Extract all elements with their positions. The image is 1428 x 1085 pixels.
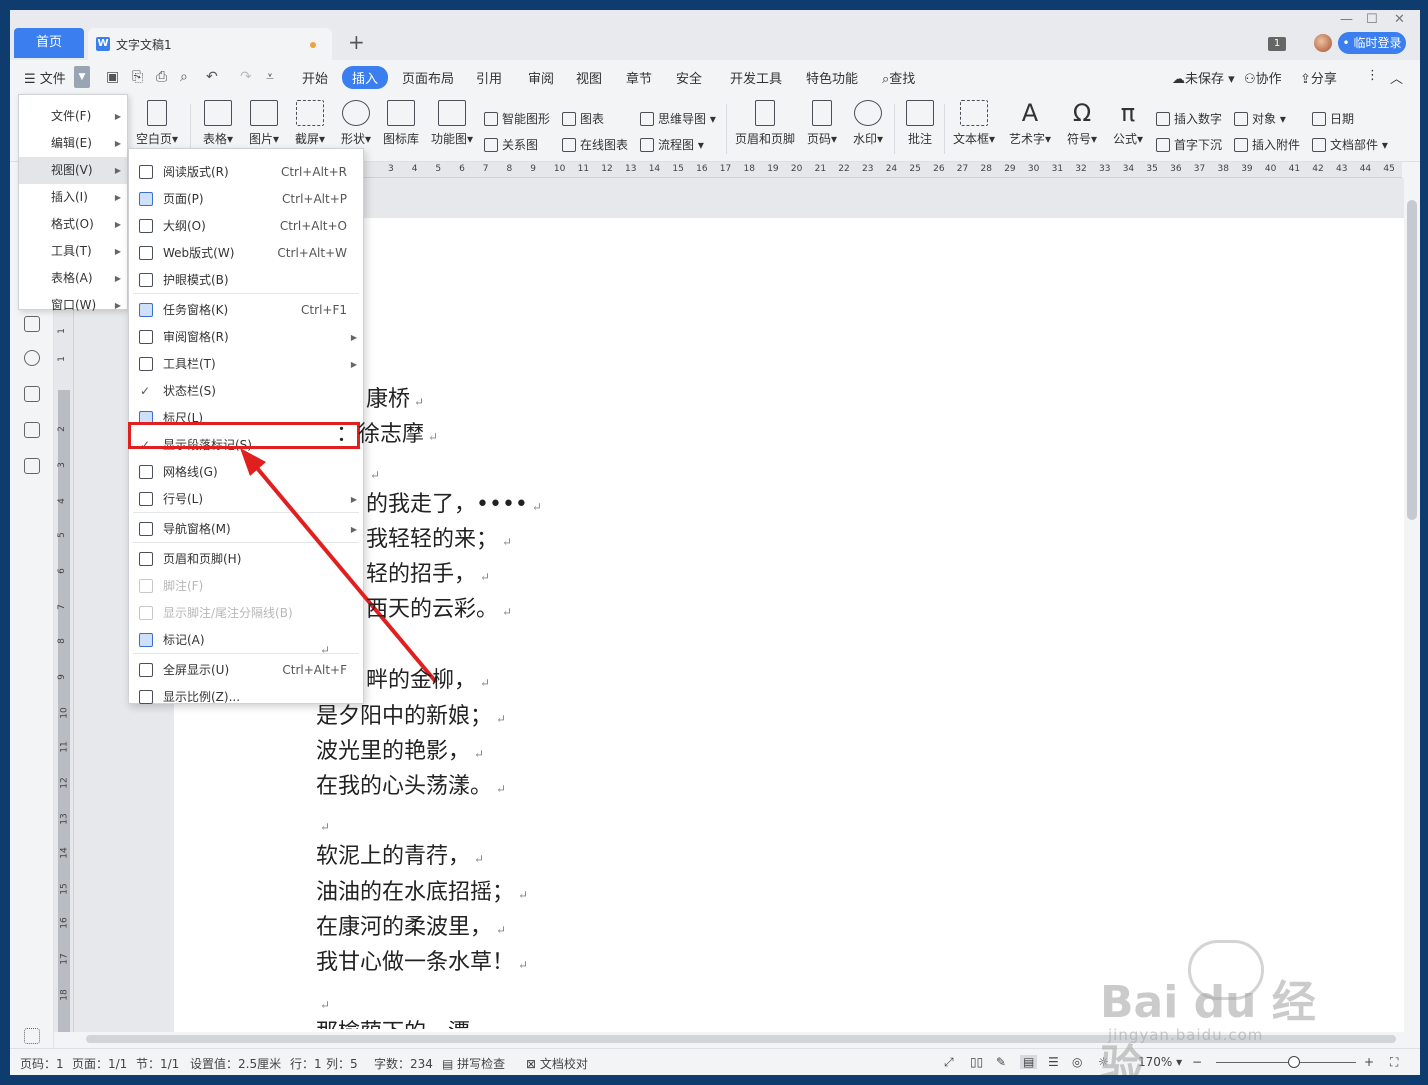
poem-line-text: 软泥上的青荇， (316, 844, 471, 869)
paragraph-mark-icon: ↵ (496, 923, 507, 937)
paragraph-mark-icon: ↵ (320, 643, 331, 657)
paragraph-mark-icon: ↵ (480, 676, 491, 690)
poem-line[interactable]: 的我走了，•••• ↵ (366, 487, 542, 525)
poem-line-text: 油油的在水底招摇； (316, 880, 515, 905)
paragraph-mark-icon: ↵ (370, 468, 381, 482)
poem-line-text: ：徐志摩 (336, 422, 425, 447)
poem-line[interactable]: 波光里的艳影， ↵ (316, 734, 484, 772)
paragraph-mark-icon: ↵ (414, 395, 425, 409)
poem-line-text: 我甘心做一条水草！ (316, 950, 515, 975)
paragraph-mark-icon: ↵ (518, 888, 529, 902)
poem-line[interactable]: ↵ (316, 630, 330, 668)
poem-line[interactable]: ：徐志摩 ↵ (336, 417, 438, 455)
poem-line[interactable]: 那榆荫下的一潭 (316, 1015, 470, 1029)
poem-line[interactable]: 西天的云彩。 ↵ (366, 592, 512, 630)
paragraph-mark-icon: ↵ (496, 712, 507, 726)
red-arrow-annotation (240, 448, 438, 684)
poem-line[interactable]: 畔的金柳， ↵ (366, 663, 490, 701)
paragraph-mark-icon: ↵ (496, 782, 507, 796)
poem-line-text: 在康河的柔波里， (316, 915, 493, 940)
poem-line[interactable]: 油油的在水底招摇； ↵ (316, 875, 528, 913)
poem-line-text: 那榆荫下的一潭 (316, 1020, 470, 1029)
poem-line-text: 轻的招手， (366, 562, 477, 587)
watermark-url: jingyan.baidu.com (1108, 1026, 1264, 1044)
poem-line-text: 是夕阳中的新娘； (316, 704, 493, 729)
watermark-brand: Bai du 经验 (1100, 977, 1316, 1075)
baidu-watermark: Bai du 经验 jingyan.baidu.com (1100, 940, 1350, 1075)
paragraph-mark-icon: ↵ (428, 430, 439, 444)
poem-line-text: 康桥 (366, 387, 411, 412)
poem-line[interactable]: 我轻轻的来； ↵ (366, 522, 512, 560)
poem-line[interactable]: 轻的招手， ↵ (366, 557, 490, 595)
paragraph-mark-icon: ↵ (320, 820, 331, 834)
poem-line-text: 在我的心头荡漾。 (316, 774, 493, 799)
paragraph-mark-icon: ↵ (531, 500, 542, 514)
poem-line[interactable]: 康桥 ↵ (366, 382, 424, 420)
app-window: 首页 W 文字文稿1 + — ☐ ✕ 1 • 临时登录 ☰ 文件 ▼ ▣ ⎘ ⎙… (10, 10, 1420, 1075)
poem-line[interactable]: 在我的心头荡漾。 ↵ (316, 769, 506, 807)
poem-line-text: 我轻轻的来； (366, 527, 499, 552)
paragraph-mark-icon: ↵ (474, 852, 485, 866)
paragraph-mark-icon: ↵ (518, 958, 529, 972)
poem-line[interactable]: 在康河的柔波里， ↵ (316, 910, 506, 948)
poem-line[interactable]: 我甘心做一条水草！ ↵ (316, 945, 528, 983)
poem-line[interactable]: 是夕阳中的新娘； ↵ (316, 699, 506, 737)
poem-line-text: 的我走了，•••• (366, 492, 528, 517)
paragraph-mark-icon: ↵ (474, 747, 485, 761)
paragraph-mark-icon: ↵ (502, 605, 513, 619)
poem-line-text: 西天的云彩。 (366, 597, 499, 622)
paragraph-mark-icon: ↵ (480, 570, 491, 584)
paragraph-mark-icon: ↵ (320, 998, 331, 1012)
poem-line-text: 畔的金柳， (366, 668, 477, 693)
poem-line[interactable]: 软泥上的青荇， ↵ (316, 839, 484, 877)
poem-line-text: 波光里的艳影， (316, 739, 471, 764)
paragraph-mark-icon: ↵ (502, 535, 513, 549)
